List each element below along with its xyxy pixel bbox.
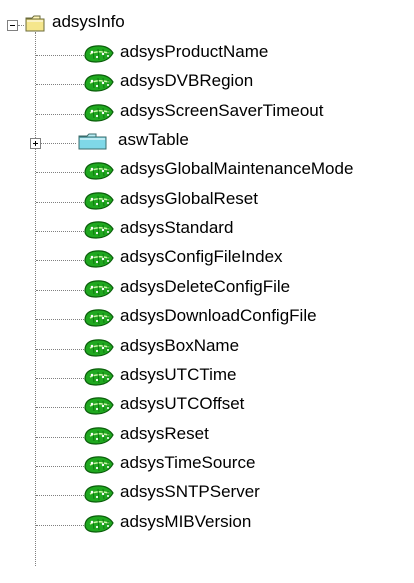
expand-toggle-icon[interactable] xyxy=(30,138,41,149)
tree-connector xyxy=(36,55,84,56)
tree-node-label: adsysDVBRegion xyxy=(120,71,254,90)
folder-icon xyxy=(78,133,107,150)
tree-node-label: adsysDeleteConfigFile xyxy=(120,277,291,296)
mib-leaf-object-icon xyxy=(84,104,114,122)
tree-node-leaf[interactable]: adsysDownloadConfigFile xyxy=(0,302,414,332)
tree-connector xyxy=(36,260,84,261)
tree-node-label: adsysGlobalMaintenanceMode xyxy=(120,159,354,178)
tree-node-leaf[interactable]: adsysProductName xyxy=(0,38,414,68)
tree-connector xyxy=(36,319,84,320)
mib-leaf-object-icon xyxy=(84,45,114,63)
tree-connector xyxy=(36,143,76,144)
tree-node-label: aswTable xyxy=(118,130,189,149)
tree-node-leaf[interactable]: adsysUTCTime xyxy=(0,361,414,391)
mib-leaf-object-icon xyxy=(84,221,114,239)
tree-node-label: adsysConfigFileIndex xyxy=(120,247,283,266)
tree-connector xyxy=(36,172,84,173)
tree-node-label: adsysReset xyxy=(120,424,209,443)
tree-node-leaf[interactable]: adsysGlobalMaintenanceMode xyxy=(0,155,414,185)
tree-connector xyxy=(36,466,84,467)
tree-node-leaf[interactable]: adsysScreenSaverTimeout xyxy=(0,97,414,127)
mib-leaf-object-icon xyxy=(84,339,114,357)
tree-node-leaf[interactable]: adsysUTCOffset xyxy=(0,390,414,420)
mib-leaf-object-icon xyxy=(84,485,114,503)
tree-node-label: adsysGlobalReset xyxy=(120,189,258,208)
tree-node-label: adsysUTCOffset xyxy=(120,394,245,413)
tree-node-label: adsysProductName xyxy=(120,42,269,61)
tree-node-label: adsysStandard xyxy=(120,218,234,237)
tree-connector xyxy=(36,378,84,379)
tree-node-label: adsysScreenSaverTimeout xyxy=(120,101,324,120)
tree-connector xyxy=(36,525,84,526)
tree-node-label: adsysTimeSource xyxy=(120,453,256,472)
mib-leaf-object-icon xyxy=(84,456,114,474)
tree-node-adsysinfo[interactable]: adsysInfo xyxy=(0,8,414,38)
tree-node-leaf[interactable]: adsysSNTPServer xyxy=(0,478,414,508)
folder-open-icon xyxy=(25,15,45,32)
tree-node-leaf[interactable]: adsysTimeSource xyxy=(0,449,414,479)
tree-node-label: adsysMIBVersion xyxy=(120,512,252,531)
tree-connector xyxy=(36,437,84,438)
mib-leaf-object-icon xyxy=(84,309,114,327)
tree-connector xyxy=(36,290,84,291)
mib-leaf-object-icon xyxy=(84,192,114,210)
mib-tree-view: adsysInfo adsysProductName adsysDVBRegion… xyxy=(0,0,414,583)
tree-connector xyxy=(36,407,84,408)
tree-connector xyxy=(36,84,84,85)
tree-connector xyxy=(36,495,84,496)
tree-connector xyxy=(36,114,84,115)
tree-node-label: adsysDownloadConfigFile xyxy=(120,306,317,325)
tree-node-label: adsysUTCTime xyxy=(120,365,237,384)
tree-connector xyxy=(36,231,84,232)
mib-leaf-object-icon xyxy=(84,397,114,415)
tree-node-leaf[interactable]: adsysGlobalReset xyxy=(0,185,414,215)
tree-node-leaf[interactable]: adsysDeleteConfigFile xyxy=(0,273,414,303)
mib-leaf-object-icon xyxy=(84,74,114,92)
mib-leaf-object-icon xyxy=(84,515,114,533)
tree-node-label: adsysSNTPServer xyxy=(120,482,260,501)
mib-leaf-object-icon xyxy=(84,162,114,180)
mib-leaf-object-icon xyxy=(84,368,114,386)
tree-connector xyxy=(36,202,84,203)
collapse-toggle-icon[interactable] xyxy=(7,20,18,31)
mib-leaf-object-icon xyxy=(84,427,114,445)
mib-leaf-object-icon xyxy=(84,280,114,298)
mib-leaf-object-icon xyxy=(84,250,114,268)
tree-node-folder[interactable]: aswTable xyxy=(0,126,414,156)
tree-node-leaf[interactable]: adsysDVBRegion xyxy=(0,67,414,97)
tree-connector xyxy=(36,349,84,350)
tree-node-leaf[interactable]: adsysBoxName xyxy=(0,332,414,362)
tree-node-label: adsysInfo xyxy=(52,12,125,31)
tree-node-leaf[interactable]: adsysConfigFileIndex xyxy=(0,243,414,273)
tree-node-leaf[interactable]: adsysStandard xyxy=(0,214,414,244)
tree-connector xyxy=(18,25,24,26)
tree-node-label: adsysBoxName xyxy=(120,336,240,355)
tree-node-leaf[interactable]: adsysReset xyxy=(0,420,414,450)
tree-node-leaf[interactable]: adsysMIBVersion xyxy=(0,508,414,538)
